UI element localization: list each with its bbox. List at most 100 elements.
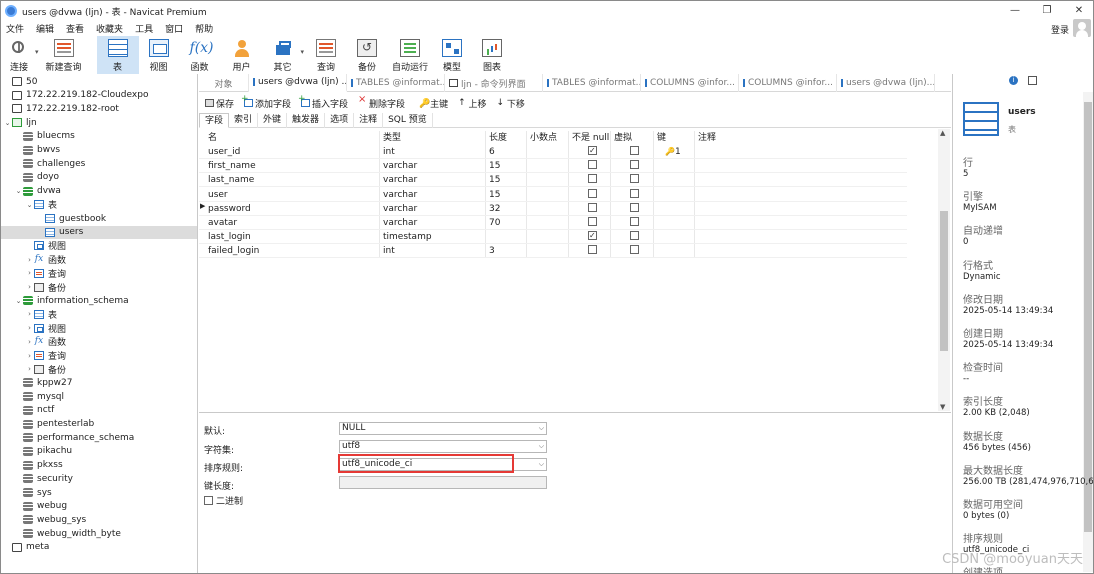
col-length-cell[interactable] [486,230,527,244]
toolbar-automation-button[interactable]: 自动运行 [388,36,432,74]
col-key-cell[interactable] [662,216,692,230]
col-name-cell[interactable]: user_id [205,145,380,159]
toolbar-model-button[interactable]: 模型 [432,36,472,74]
object-tab[interactable]: users @dvwa (ljn)... [837,74,935,92]
col-name-cell[interactable]: failed_login [205,244,380,258]
virtual-checkbox[interactable] [630,174,639,184]
col-notnull-header[interactable]: 不是 null [569,131,611,145]
chevron-right-icon[interactable]: › [25,310,34,318]
col-type-cell[interactable]: timestamp [380,230,486,244]
col-type-cell[interactable]: varchar [380,202,486,216]
col-length-cell[interactable]: 70 [486,216,527,230]
scroll-up-icon[interactable]: ▲ [940,129,945,137]
tree-item[interactable]: pikachu [14,445,72,458]
col-name-cell[interactable]: user [205,188,380,202]
save-button[interactable]: 保存 [205,97,234,110]
charset-select[interactable]: utf8 ⌵ [339,440,547,453]
default-select[interactable]: NULL ⌵ [339,422,547,435]
tree-item[interactable]: pentesterlab [14,418,94,431]
tree-item[interactable]: doyo [14,171,59,184]
col-type-cell[interactable]: int [380,244,486,258]
col-decimal-header[interactable]: 小数点 [527,131,569,145]
tree-item[interactable]: bluecms [14,130,75,143]
field-row[interactable]: user varchar 15 [199,188,907,202]
col-key-cell[interactable] [662,244,692,258]
col-length-cell[interactable]: 6 [486,145,527,159]
virtual-checkbox[interactable] [630,231,639,241]
tree-item[interactable]: users [1,225,197,239]
col-decimal-cell[interactable] [527,188,569,202]
col-decimal-cell[interactable] [527,244,569,258]
tree-item[interactable]: › fx 函数 [25,253,66,267]
tree-item[interactable]: › 视图 [25,322,66,335]
info-icon[interactable]: i [1009,76,1018,85]
virtual-checkbox[interactable] [630,202,639,212]
menu-favorites[interactable]: 收藏夹 [91,22,130,35]
object-tab[interactable]: COLUMNS @infor... [739,74,837,92]
tree-item[interactable]: 172.22.219.182-root [3,102,119,115]
virtual-checkbox[interactable] [630,217,639,226]
toolbar-user-button[interactable]: 用户 [221,36,263,74]
info-scrollbar[interactable] [1083,92,1093,572]
minimize-button[interactable]: — [999,1,1031,21]
key-length-input[interactable] [339,476,547,489]
field-row[interactable]: last_name varchar 15 [199,173,907,188]
tree-item[interactable]: mysql [14,390,64,403]
col-key-cell[interactable] [662,230,692,244]
tree-item[interactable]: meta [3,541,49,554]
avatar-icon[interactable] [1073,19,1091,37]
move-up-button[interactable]: ↑ 上移 [458,97,486,110]
chevron-right-icon[interactable]: › [25,352,34,360]
tree-item[interactable]: webug_sys [14,513,86,526]
delete-field-button[interactable]: 删除字段 [358,94,405,110]
tree-item[interactable]: sys [14,486,52,499]
tab-indexes[interactable]: 索引 [229,113,259,128]
col-length-cell[interactable]: 15 [486,188,527,202]
col-type-cell[interactable]: int [380,145,486,159]
tree-item[interactable]: guestbook [36,212,106,225]
tab-foreign-keys[interactable]: 外键 [258,113,288,128]
insert-field-button[interactable]: 插入字段 [298,94,348,110]
col-length-cell[interactable]: 15 [486,159,527,173]
tree-item[interactable]: › 查询 [25,267,66,280]
scroll-thumb[interactable] [1084,102,1092,532]
col-decimal-cell[interactable] [527,173,569,187]
field-row[interactable]: failed_login int 3 [199,244,907,259]
col-length-cell[interactable]: 32 [486,202,527,216]
binary-checkbox-row[interactable]: 二进制 [204,494,243,507]
col-type-cell[interactable]: varchar [380,173,486,187]
col-decimal-cell[interactable] [527,216,569,230]
scroll-down-icon[interactable]: ▼ [940,403,945,411]
col-name-cell[interactable]: last_login [205,230,380,244]
menu-view[interactable]: 查看 [61,22,91,35]
col-decimal-cell[interactable] [527,230,569,244]
col-virtual-header[interactable]: 虚拟 [611,131,654,145]
tab-options[interactable]: 选项 [325,113,355,128]
not-null-checkbox[interactable] [588,245,597,255]
object-tab[interactable]: users @dvwa (ljn) ... [249,74,347,92]
col-length-header[interactable]: 长度 [486,131,527,145]
maximize-button[interactable]: ❐ [1031,1,1063,21]
chevron-right-icon[interactable]: › [25,256,34,264]
col-key-cell[interactable] [662,173,692,187]
field-row[interactable]: avatar varchar 70 [199,216,907,230]
tree-item[interactable]: ⌄ information_schema [14,294,129,307]
tree-item[interactable]: performance_schema [14,431,134,444]
ddl-icon[interactable] [1028,76,1037,85]
tree-item[interactable]: › 查询 [25,349,66,362]
object-tab[interactable]: COLUMNS @infor... [641,74,739,92]
tree-item[interactable]: security [14,472,73,485]
tree-item[interactable]: ⌄ dvwa [14,185,61,198]
field-row[interactable]: user_idint6 🔑1 [199,145,907,159]
col-key-cell[interactable] [662,202,692,216]
not-null-checkbox[interactable] [588,160,597,170]
col-type-cell[interactable]: varchar [380,159,486,173]
tab-sql-preview[interactable]: SQL 预览 [383,113,433,128]
not-null-checkbox[interactable] [588,202,597,212]
chevron-right-icon[interactable]: › [25,324,34,332]
virtual-checkbox[interactable] [630,146,639,155]
virtual-checkbox[interactable] [630,188,639,198]
chevron-down-icon[interactable]: ⌄ [14,297,23,305]
toolbar-table-button[interactable]: 表 [96,36,139,74]
col-type-cell[interactable]: varchar [380,188,486,202]
